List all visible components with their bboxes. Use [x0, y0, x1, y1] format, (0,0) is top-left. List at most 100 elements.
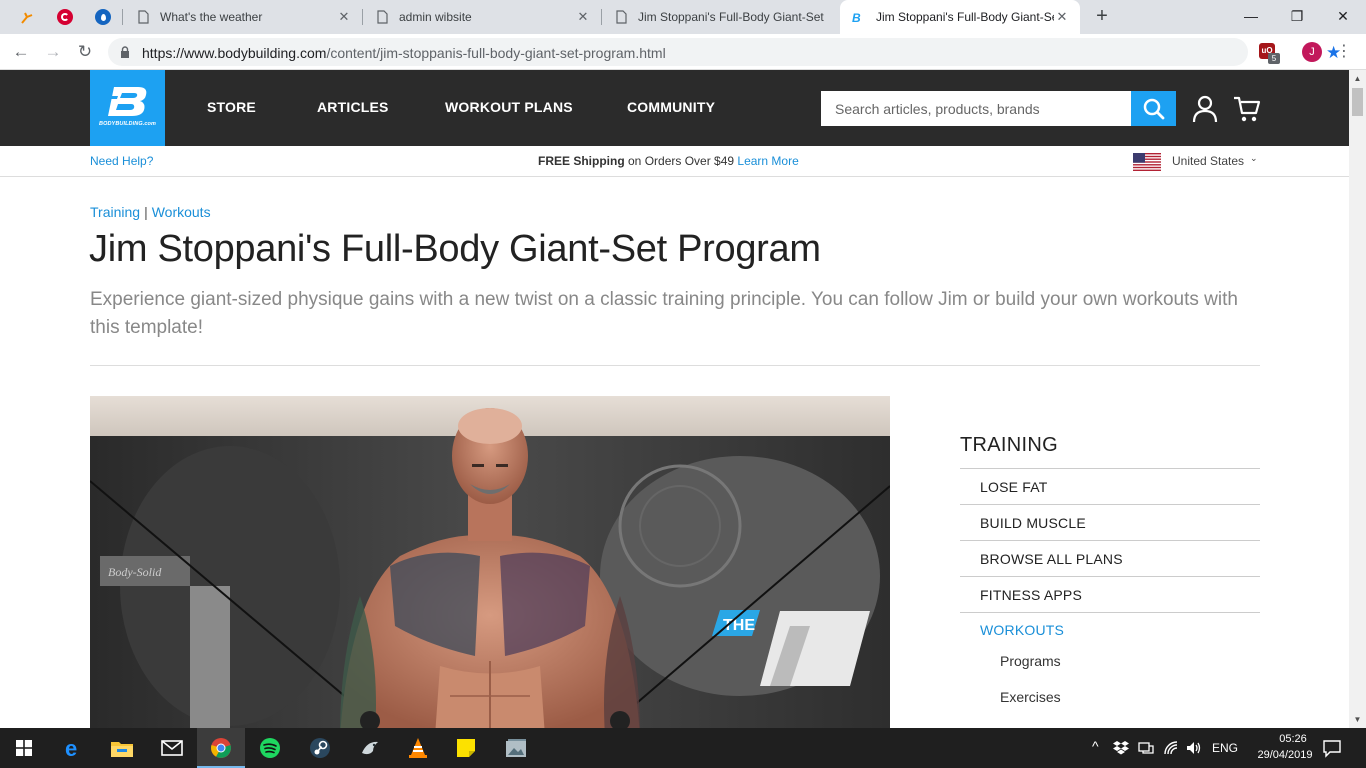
close-window-button[interactable]: ✕ [1320, 0, 1366, 32]
tab-title: admin wibsite [399, 10, 472, 24]
sidebar-rule [960, 576, 1260, 577]
language-indicator[interactable]: ENG [1212, 741, 1238, 755]
chrome-icon [211, 738, 231, 758]
cart-icon[interactable] [1233, 95, 1261, 123]
new-tab-button[interactable]: + [1090, 5, 1114, 29]
pinned-tab-2[interactable] [46, 0, 84, 34]
taskbar-photos[interactable] [492, 728, 540, 768]
address-bar[interactable]: https://www.bodybuilding.com/content/jim… [108, 38, 1341, 66]
region-selector[interactable]: United States [1172, 154, 1244, 168]
taskbar-vlc[interactable] [394, 728, 442, 768]
menu-kebab-icon[interactable]: ⋮ [1336, 42, 1352, 62]
lock-icon [121, 46, 129, 58]
forward-arrow-icon[interactable]: → [40, 39, 66, 65]
svg-text:e: e [65, 737, 77, 759]
article-subtitle: Experience giant-sized physique gains wi… [90, 289, 1238, 338]
nav-community[interactable]: COMMUNITY [627, 99, 715, 115]
taskbar-mail[interactable] [148, 728, 196, 768]
back-arrow-icon[interactable]: ← [8, 39, 34, 65]
tab-title: Jim Stoppani's Full-Body Giant-Set [638, 10, 824, 24]
network-device-icon[interactable] [1138, 741, 1154, 755]
browser-toolbar: ← → ↻ https://www.bodybuilding.com/conte… [0, 34, 1366, 70]
pinned-tab-3[interactable] [84, 0, 122, 34]
nav-workout-plans[interactable]: WORKOUT PLANS [445, 99, 573, 115]
sidebar-rule [960, 504, 1260, 505]
volume-icon[interactable] [1186, 740, 1202, 756]
taskbar-steam[interactable] [296, 728, 344, 768]
sidebar-item-build-muscle[interactable]: BUILD MUSCLE [980, 515, 1086, 531]
bodybuilding-logo[interactable]: BODYBUILDING.com [90, 70, 165, 146]
logo-b-icon [104, 87, 147, 116]
sidebar-subitem-programs[interactable]: Programs [1000, 653, 1061, 669]
tab-stoppani-active[interactable]: B Jim Stoppani's Full-Body Giant-Set ✕ [840, 0, 1080, 34]
sidebar-rule [960, 468, 1260, 469]
page-icon [138, 10, 149, 24]
maximize-button[interactable]: ❐ [1274, 0, 1320, 32]
tab-weather[interactable]: What's the weather ✕ [124, 0, 362, 34]
breadcrumb-training[interactable]: Training [90, 204, 140, 220]
chevron-down-icon[interactable]: ⌄ [1250, 153, 1258, 164]
tab-title: Jim Stoppani's Full-Body Giant-Set [876, 10, 1054, 24]
profile-avatar[interactable]: J [1302, 42, 1322, 62]
tab-close-icon[interactable]: ✕ [1054, 9, 1070, 25]
sidebar-subitem-exercises[interactable]: Exercises [1000, 689, 1061, 705]
bodybuilding-favicon-icon: B [852, 11, 861, 24]
site-search-input[interactable] [821, 91, 1131, 126]
taskbar-file-explorer[interactable] [98, 728, 146, 768]
sidebar-item-workouts[interactable]: WORKOUTS [980, 622, 1064, 638]
sidebar-item-fitness-apps[interactable]: FITNESS APPS [980, 587, 1082, 603]
scroll-down-icon[interactable]: ▼ [1349, 711, 1366, 728]
tab-separator [122, 9, 123, 25]
taskbar-app-bird[interactable] [346, 728, 394, 768]
page-scrollbar[interactable]: ▲ ▼ [1349, 70, 1366, 728]
tab-admin[interactable]: admin wibsite ✕ [363, 0, 601, 34]
learn-more-link[interactable]: Learn More [737, 154, 798, 168]
tab-stoppani-1[interactable]: Jim Stoppani's Full-Body Giant-Set [602, 0, 840, 34]
shipping-promo: FREE Shipping on Orders Over $49 Learn M… [538, 154, 799, 168]
wifi-icon[interactable] [1163, 740, 1179, 756]
pinned-tab-1[interactable] [8, 0, 46, 34]
clock-time[interactable]: 05:26 [1265, 733, 1321, 745]
runner-icon [21, 12, 33, 24]
bird-app-icon [362, 741, 378, 755]
breadcrumb-workouts[interactable]: Workouts [152, 204, 211, 220]
taskbar: e ^ ENG 05:26 29/04/2019 [0, 728, 1366, 768]
svg-text:Body-Solid: Body-Solid [108, 565, 162, 579]
clock-date[interactable]: 29/04/2019 [1249, 749, 1321, 761]
start-button[interactable] [0, 728, 48, 768]
scroll-thumb[interactable] [1352, 88, 1363, 116]
logo-text: BODYBUILDING.com [99, 121, 156, 127]
tab-close-icon[interactable]: ✕ [336, 9, 352, 25]
page-viewport: BODYBUILDING.com STORE ARTICLES WORKOUT … [0, 70, 1349, 728]
dropbox-icon[interactable] [1113, 741, 1129, 755]
search-button[interactable] [1131, 91, 1176, 126]
content-divider [90, 365, 1260, 366]
taskbar-chrome[interactable] [197, 728, 245, 768]
taskbar-spotify[interactable] [246, 728, 294, 768]
user-account-icon[interactable] [1192, 95, 1218, 123]
hero-image: Body-Solid THE [90, 396, 890, 728]
need-help-link[interactable]: Need Help? [90, 154, 153, 168]
sidebar-heading: TRAINING [960, 434, 1058, 456]
minimize-button[interactable]: — [1228, 0, 1274, 32]
sidebar-rule [960, 540, 1260, 541]
windows-logo-icon [16, 740, 32, 756]
sidebar-item-lose-fat[interactable]: LOSE FAT [980, 479, 1047, 495]
page-icon [616, 10, 627, 24]
sidebar-item-browse-all-plans[interactable]: BROWSE ALL PLANS [980, 551, 1123, 567]
us-flag-icon[interactable] [1133, 153, 1161, 171]
action-center-icon[interactable] [1322, 738, 1342, 758]
edge-icon: e [65, 737, 77, 759]
scroll-up-icon[interactable]: ▲ [1349, 70, 1366, 87]
nav-articles[interactable]: ARTICLES [317, 99, 389, 115]
page-title: Jim Stoppani's Full-Body Giant-Set Progr… [89, 228, 821, 270]
taskbar-sticky-notes[interactable] [442, 728, 490, 768]
tray-chevron-up-icon[interactable]: ^ [1092, 738, 1099, 754]
tab-close-icon[interactable]: ✕ [575, 9, 591, 25]
reload-icon[interactable]: ↻ [72, 39, 98, 65]
url-text: https://www.bodybuilding.com/content/jim… [142, 45, 666, 61]
taskbar-edge[interactable]: e [50, 728, 98, 768]
tab-title: What's the weather [160, 10, 263, 24]
nav-store[interactable]: STORE [207, 99, 256, 115]
red-c-icon [57, 9, 73, 25]
